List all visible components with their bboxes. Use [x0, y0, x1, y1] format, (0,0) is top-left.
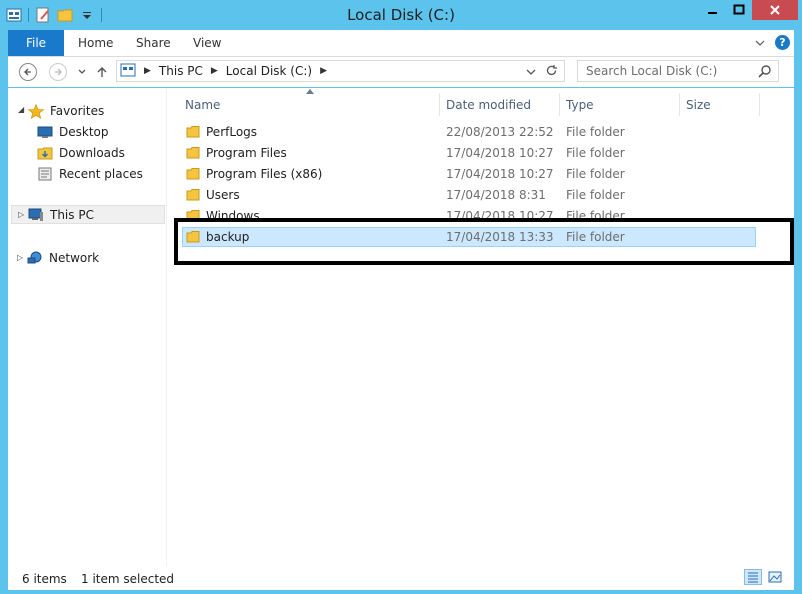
- file-date: 22/08/2013 22:52: [446, 125, 554, 139]
- file-date: 17/04/2018 10:27: [446, 146, 554, 160]
- window-title: Local Disk (C:): [347, 6, 455, 24]
- navigation-pane: ◢ Favorites Desktop Downloads Recent pla…: [8, 88, 166, 566]
- file-name: Users: [206, 188, 240, 202]
- nav-desktop-label: Desktop: [59, 124, 109, 139]
- details-view-button[interactable]: [744, 569, 762, 585]
- computer-icon: [28, 208, 44, 222]
- tab-file[interactable]: File: [8, 30, 64, 56]
- tab-home[interactable]: Home: [78, 30, 113, 56]
- column-header-size[interactable]: Size: [679, 93, 760, 116]
- file-date: 17/04/2018 10:27: [446, 167, 554, 181]
- ribbon-right-controls: ?: [755, 35, 790, 50]
- file-type: File folder: [566, 146, 625, 160]
- refresh-icon[interactable]: [545, 64, 558, 80]
- large-icons-view-button[interactable]: [766, 569, 784, 585]
- breadcrumb-local-disk[interactable]: Local Disk (C:): [226, 64, 312, 78]
- file-date: 17/04/2018 8:31: [446, 188, 546, 202]
- status-selection: 1 item selected: [81, 572, 175, 586]
- tab-share[interactable]: Share: [136, 30, 171, 56]
- explorer-window: Local Disk (C:) File Home Share View ? ▶…: [0, 0, 802, 594]
- file-row[interactable]: Program Files 17/04/2018 10:27 File fold…: [182, 143, 756, 163]
- highlight-annotation-box: [174, 218, 794, 265]
- view-buttons: [744, 569, 784, 585]
- nav-recent-places-label: Recent places: [59, 166, 143, 181]
- expand-arrow-icon[interactable]: ▷: [17, 253, 23, 262]
- file-name: PerfLogs: [206, 125, 258, 139]
- recent-places-icon: [37, 167, 53, 181]
- nav-favorites-label: Favorites: [50, 103, 105, 118]
- back-button[interactable]: [19, 63, 37, 81]
- this-pc-icon: [120, 62, 136, 81]
- address-bar[interactable]: ▶ This PC ▶ Local Disk (C:) ▶: [116, 60, 565, 82]
- chevron-right-icon[interactable]: ▶: [320, 66, 327, 76]
- content-area: ◢ Favorites Desktop Downloads Recent pla…: [8, 88, 794, 566]
- title-bar: Local Disk (C:): [0, 0, 802, 30]
- star-icon: [27, 103, 45, 119]
- nav-recent-places[interactable]: Recent places: [37, 164, 143, 183]
- downloads-icon: [37, 146, 53, 160]
- file-row[interactable]: Program Files (x86) 17/04/2018 10:27 Fil…: [182, 164, 756, 184]
- nav-network[interactable]: ▷ Network: [11, 248, 99, 267]
- file-name: Program Files (x86): [206, 167, 323, 181]
- file-list-pane: Name Date modified Type Size PerfLogs 22…: [168, 88, 794, 566]
- nav-favorites[interactable]: Favorites: [27, 101, 105, 120]
- folder-icon: [186, 125, 200, 138]
- search-box[interactable]: Search Local Disk (C:): [577, 60, 779, 82]
- address-dropdown-icon[interactable]: [526, 65, 536, 79]
- pane-splitter[interactable]: [166, 88, 167, 566]
- nav-downloads-label: Downloads: [59, 145, 125, 160]
- search-placeholder: Search Local Disk (C:): [586, 64, 718, 78]
- nav-desktop[interactable]: Desktop: [37, 122, 109, 141]
- nav-this-pc-label: This PC: [50, 207, 94, 222]
- expand-arrow-icon[interactable]: ▷: [18, 210, 24, 219]
- search-icon[interactable]: [758, 64, 772, 81]
- breadcrumb-this-pc[interactable]: This PC: [159, 64, 203, 78]
- desktop-icon: [37, 125, 53, 139]
- network-icon: [27, 251, 43, 265]
- folder-icon: [186, 146, 200, 159]
- file-row[interactable]: PerfLogs 22/08/2013 22:52 File folder: [182, 122, 756, 142]
- tab-view[interactable]: View: [193, 30, 221, 56]
- recent-locations-icon[interactable]: [73, 63, 91, 81]
- file-type: File folder: [566, 125, 625, 139]
- file-name: Program Files: [206, 146, 287, 160]
- minimize-button[interactable]: [700, 0, 726, 20]
- column-header-name[interactable]: Name: [178, 93, 440, 116]
- collapse-arrow-icon[interactable]: ◢: [18, 105, 24, 114]
- file-row[interactable]: Users 17/04/2018 8:31 File folder: [182, 185, 756, 205]
- help-icon[interactable]: ?: [775, 35, 790, 50]
- nav-downloads[interactable]: Downloads: [37, 143, 125, 162]
- column-header-date-modified[interactable]: Date modified: [439, 93, 560, 116]
- folder-icon: [186, 188, 200, 201]
- ribbon: File Home Share View ?: [8, 30, 794, 57]
- window-controls: [700, 0, 798, 20]
- close-button[interactable]: [752, 0, 798, 20]
- file-type: File folder: [566, 167, 625, 181]
- folder-icon: [186, 167, 200, 180]
- maximize-button[interactable]: [726, 0, 752, 20]
- navigation-bar: ▶ This PC ▶ Local Disk (C:) ▶ Search Loc…: [8, 57, 794, 87]
- chevron-right-icon[interactable]: ▶: [211, 66, 218, 76]
- chevron-right-icon[interactable]: ▶: [144, 66, 151, 76]
- nav-this-pc[interactable]: ▷ This PC: [11, 205, 165, 224]
- file-type: File folder: [566, 188, 625, 202]
- up-button[interactable]: [93, 63, 111, 81]
- status-item-count: 6 items: [22, 572, 67, 586]
- column-header-type[interactable]: Type: [559, 93, 680, 116]
- status-bar: 6 items 1 item selected: [8, 566, 794, 590]
- forward-button[interactable]: [49, 63, 67, 81]
- expand-ribbon-icon[interactable]: [755, 36, 765, 50]
- nav-network-label: Network: [49, 250, 100, 265]
